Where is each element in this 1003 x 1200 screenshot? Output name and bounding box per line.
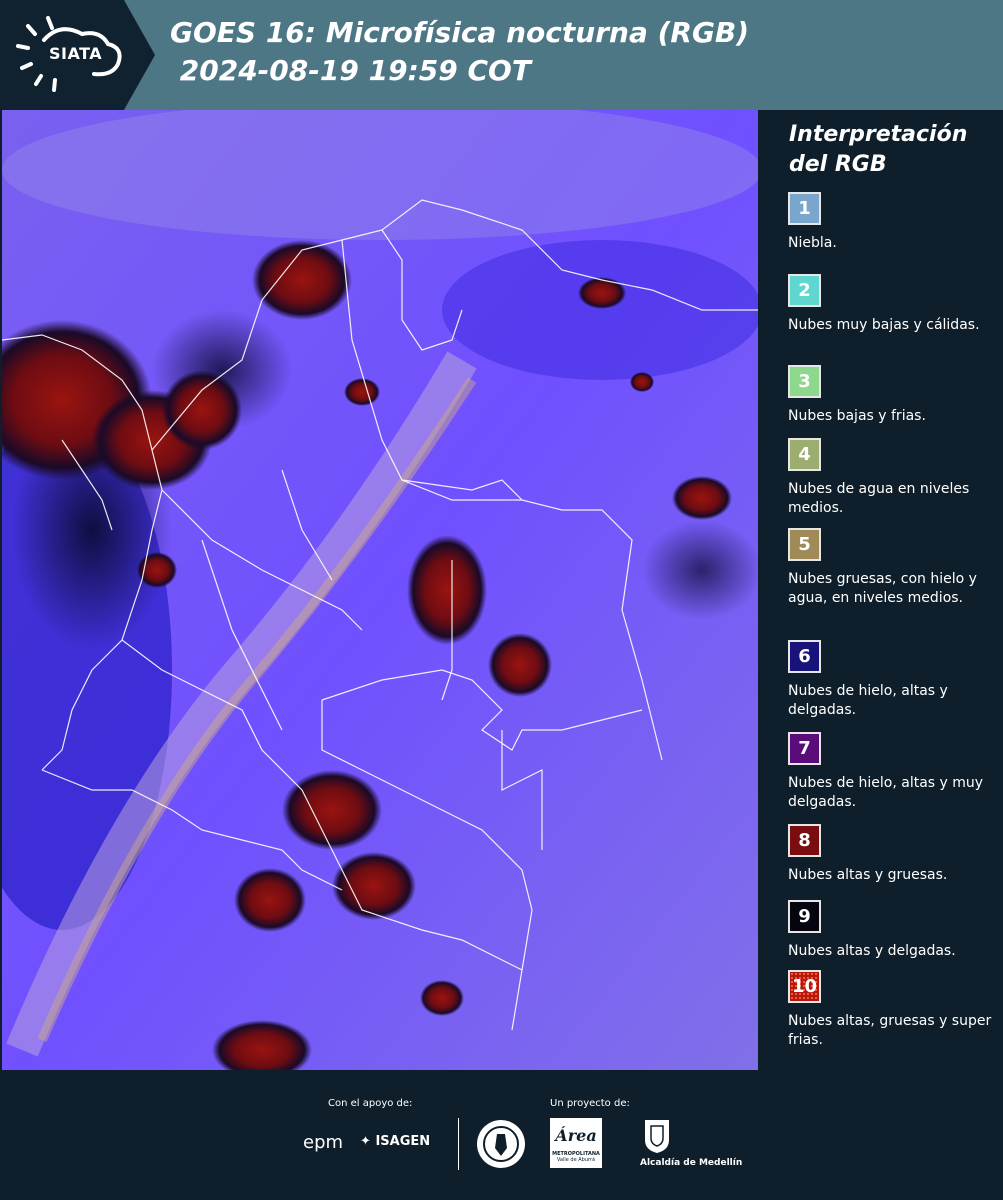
epm-text: epm [303, 1132, 344, 1153]
legend-item: 1 Niebla. [788, 192, 998, 253]
legend-item: 5 Nubes gruesas, con hielo y agua, en niv… [788, 528, 998, 608]
legend-swatch: 10 [788, 970, 821, 1003]
support-label: Con el apoyo de: [328, 1098, 413, 1109]
legend-swatch: 1 [788, 192, 821, 225]
legend-item: 8 Nubes altas y gruesas. [788, 824, 998, 885]
rgb-legend: Interpretación del RGB 1 Niebla. 2 Nubes mu… [760, 110, 1003, 1070]
legend-swatch: 4 [788, 438, 821, 471]
footer-divider [458, 1118, 459, 1170]
legend-swatch: 9 [788, 900, 821, 933]
area-sub-text-2: Valle de Aburrá [556, 1157, 596, 1163]
satellite-map [2, 110, 758, 1070]
legend-swatch: 7 [788, 732, 821, 765]
isagen-text: ISAGEN [375, 1134, 431, 1149]
page-title: GOES 16: Microfísica nocturna (RGB) 2024… [170, 14, 749, 90]
legend-swatch: 6 [788, 640, 821, 673]
alcaldia-text: Alcaldía de Medellín [640, 1158, 743, 1168]
epm-logo: epm [303, 1132, 343, 1153]
legend-title-line-2: del RGB [789, 152, 887, 177]
legend-label: Niebla. [788, 235, 837, 251]
legend-title: Interpretación del RGB [789, 120, 989, 180]
legend-swatch: 5 [788, 528, 821, 561]
legend-label: Nubes de agua en niveles medios. [788, 481, 970, 516]
isagen-icon: ✦ [360, 1134, 371, 1149]
legend-title-line-1: Interpretación [789, 122, 968, 147]
legend-item: 9 Nubes altas y delgadas. [788, 900, 998, 961]
legend-label: Nubes altas y gruesas. [788, 867, 948, 883]
legend-item: 2 Nubes muy bajas y cálidas. [788, 274, 998, 335]
legend-swatch: 8 [788, 824, 821, 857]
legend-label: Nubes bajas y frias. [788, 408, 926, 424]
legend-label: Nubes muy bajas y cálidas. [788, 317, 980, 333]
medellin-seal-icon [477, 1120, 525, 1168]
legend-swatch: 2 [788, 274, 821, 307]
isagen-logo: ✦ ISAGEN [360, 1134, 430, 1149]
legend-item: 7 Nubes de hielo, altas y muy delgadas. [788, 732, 998, 812]
legend-item: 6 Nubes de hielo, altas y delgadas. [788, 640, 998, 720]
siata-logo: SIATA [0, 0, 155, 110]
logo-text: SIATA [49, 44, 103, 63]
legend-label: Nubes altas y delgadas. [788, 943, 956, 959]
project-label: Un proyecto de: [550, 1098, 630, 1109]
area-text: Área [555, 1126, 597, 1145]
area-metropolitana-logo: Área METROPOLITANA Valle de Aburrá [550, 1118, 602, 1168]
header-bar: SIATA GOES 16: Microfísica nocturna (RGB… [0, 0, 1003, 110]
legend-item: 3 Nubes bajas y frias. [788, 365, 998, 426]
legend-swatch: 3 [788, 365, 821, 398]
title-line-2: 2024-08-19 19:59 COT [170, 54, 531, 87]
title-line-1: GOES 16: Microfísica nocturna (RGB) [170, 16, 750, 49]
footer: Con el apoyo de: Un proyecto de: epm ✦ I… [0, 1070, 1003, 1200]
legend-label: Nubes de hielo, altas y muy delgadas. [788, 775, 984, 810]
legend-label: Nubes altas, gruesas y super frias. [788, 1013, 992, 1048]
legend-label: Nubes de hielo, altas y delgadas. [788, 683, 948, 718]
legend-item: 10 Nubes altas, gruesas y super frias. [788, 970, 998, 1050]
legend-item: 4 Nubes de agua en niveles medios. [788, 438, 998, 518]
legend-label: Nubes gruesas, con hielo y agua, en nive… [788, 571, 977, 606]
alcaldia-crest-icon [645, 1120, 669, 1153]
map-image [2, 110, 758, 1070]
